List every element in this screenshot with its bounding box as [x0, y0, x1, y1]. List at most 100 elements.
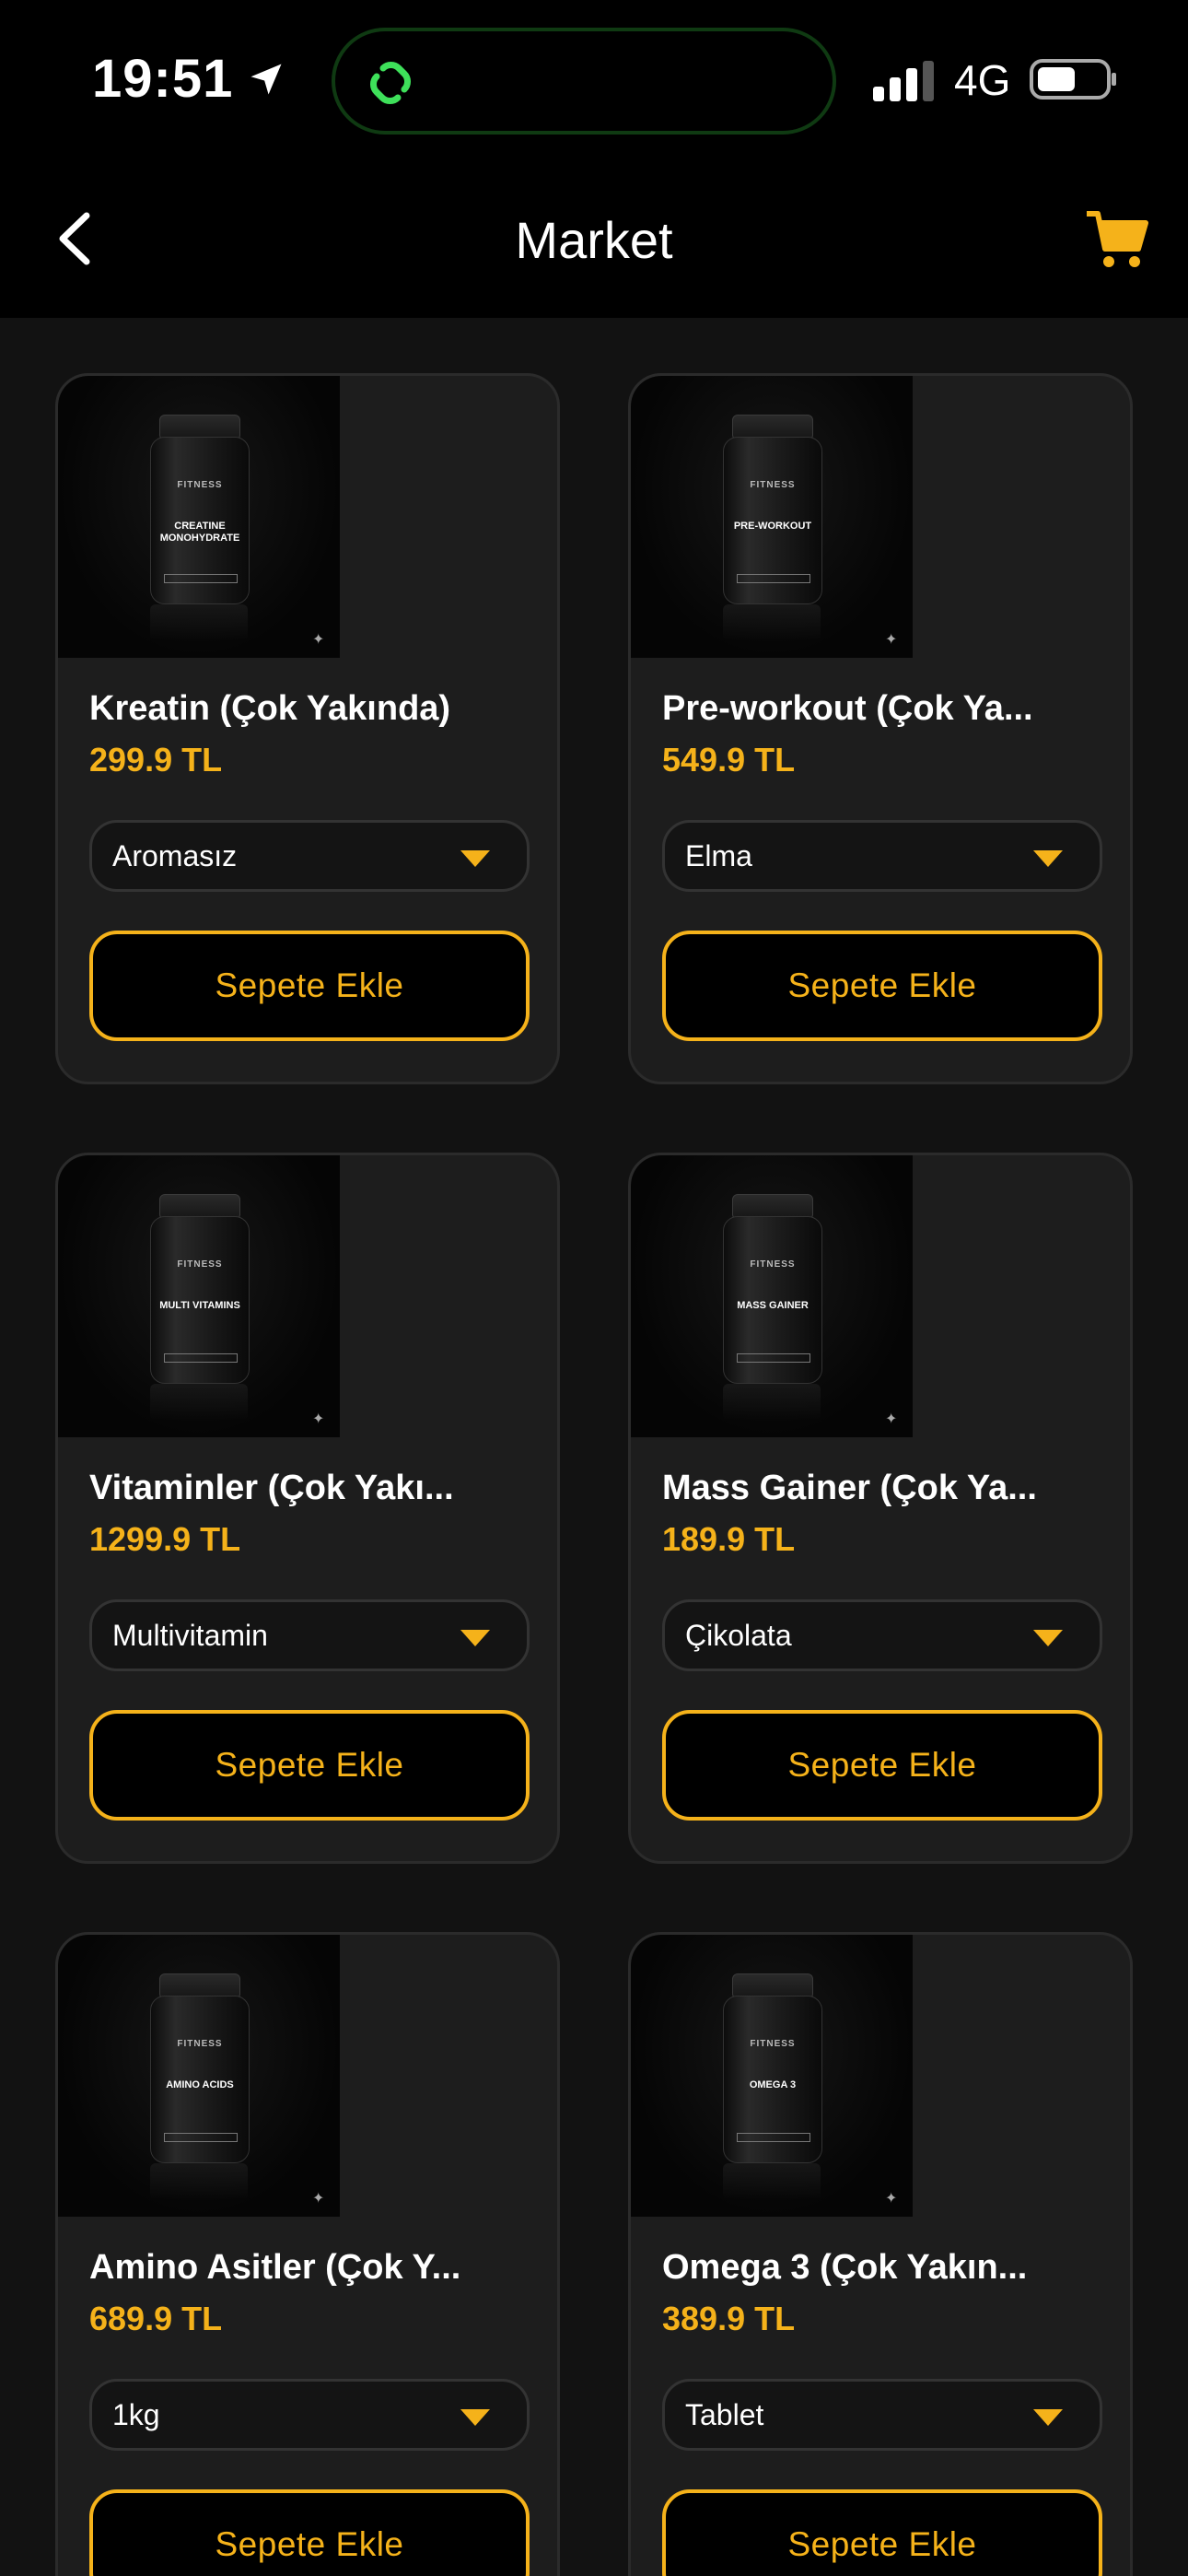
product-name: Pre-workout (Çok Ya... — [662, 689, 1033, 728]
jar-strip — [737, 2133, 810, 2142]
network-type: 4G — [954, 56, 1011, 104]
product-image: FITNESS MASS GAINER ✦ — [631, 1155, 913, 1437]
supplement-jar-image: FITNESS MASS GAINER — [723, 1194, 822, 1384]
supplement-jar-image: FITNESS PRE-WORKOUT — [723, 415, 822, 604]
product-image: FITNESS OMEGA 3 ✦ — [631, 1935, 913, 2217]
jar-strip — [164, 2133, 238, 2142]
jar-reflection — [723, 604, 821, 641]
caret-down-icon — [460, 2409, 490, 2426]
dynamic-island — [332, 28, 836, 135]
battery-icon — [1030, 59, 1116, 100]
sparkle-icon: ✦ — [885, 2191, 898, 2207]
status-time: 19:51 — [92, 49, 234, 109]
add-to-cart-button[interactable]: Sepete Ekle — [662, 931, 1102, 1041]
jar-brand: FITNESS — [750, 2039, 796, 2049]
variant-selected-value: 1kg — [112, 2398, 160, 2431]
variant-selected-value: Tablet — [685, 2398, 764, 2431]
cellular-signal-icon — [873, 61, 934, 101]
jar-body: FITNESS OMEGA 3 — [723, 1996, 822, 2163]
jar-reflection — [723, 1384, 821, 1421]
page-title: Market — [515, 211, 673, 269]
market-screen: 19:51 4G Market FITNESS CREATINE MONOHYD… — [0, 0, 1188, 2576]
sparkle-icon: ✦ — [312, 632, 325, 648]
product-card: FITNESS OMEGA 3 ✦ Omega 3 (Çok Yakın... … — [628, 1932, 1133, 2576]
variant-dropdown[interactable]: Aromasız — [89, 820, 530, 892]
jar-reflection — [150, 1384, 248, 1421]
status-bar: 19:51 4G — [0, 0, 1188, 157]
add-to-cart-button[interactable]: Sepete Ekle — [89, 2489, 530, 2576]
product-name: Kreatin (Çok Yakında) — [89, 689, 451, 728]
caret-down-icon — [460, 1630, 490, 1646]
jar-strip — [737, 1353, 810, 1363]
sparkle-icon: ✦ — [885, 1411, 898, 1427]
jar-brand: FITNESS — [177, 2039, 223, 2049]
add-to-cart-button[interactable]: Sepete Ekle — [662, 2489, 1102, 2576]
variant-selected-value: Aromasız — [112, 839, 238, 872]
caret-down-icon — [1033, 2409, 1063, 2426]
jar-body: FITNESS MASS GAINER — [723, 1216, 822, 1384]
jar-strip — [164, 1353, 238, 1363]
add-to-cart-button[interactable]: Sepete Ekle — [89, 1710, 530, 1821]
product-card: FITNESS PRE-WORKOUT ✦ Pre-workout (Çok Y… — [628, 373, 1133, 1084]
product-price: 1299.9 TL — [89, 1520, 241, 1558]
variant-selected-value: Elma — [685, 839, 752, 872]
jar-brand: FITNESS — [177, 1259, 223, 1270]
caret-down-icon — [460, 850, 490, 867]
jar-strip — [164, 574, 238, 583]
location-arrow-icon — [250, 64, 282, 94]
cart-icon[interactable] — [1085, 206, 1149, 271]
variant-dropdown[interactable]: Multivitamin — [89, 1599, 530, 1671]
jar-reflection — [150, 604, 248, 641]
product-name: Vitaminler (Çok Yakı... — [89, 1469, 454, 1507]
product-image: FITNESS PRE-WORKOUT ✦ — [631, 376, 913, 658]
variant-dropdown[interactable]: Elma — [662, 820, 1102, 892]
caret-down-icon — [1033, 1630, 1063, 1646]
variant-dropdown[interactable]: Çikolata — [662, 1599, 1102, 1671]
product-grid: FITNESS CREATINE MONOHYDRATE ✦ Kreatin (… — [55, 373, 1133, 2576]
jar-body: FITNESS PRE-WORKOUT — [723, 437, 822, 604]
supplement-jar-image: FITNESS CREATINE MONOHYDRATE — [150, 415, 250, 604]
add-to-cart-button[interactable]: Sepete Ekle — [662, 1710, 1102, 1821]
variant-dropdown[interactable]: Tablet — [662, 2379, 1102, 2451]
product-image: FITNESS CREATINE MONOHYDRATE ✦ — [58, 376, 340, 658]
jar-body: FITNESS CREATINE MONOHYDRATE — [150, 437, 250, 604]
product-price: 549.9 TL — [662, 741, 796, 779]
product-name: Omega 3 (Çok Yakın... — [662, 2248, 1028, 2287]
jar-reflection — [150, 2163, 248, 2200]
variant-selected-value: Çikolata — [685, 1619, 792, 1652]
product-card: FITNESS MULTI VITAMINS ✦ Vitaminler (Çok… — [55, 1153, 560, 1864]
product-price: 389.9 TL — [662, 2300, 796, 2337]
jar-strip — [737, 574, 810, 583]
jar-brand: FITNESS — [750, 480, 796, 490]
jar-reflection — [723, 2163, 821, 2200]
link-icon — [370, 62, 411, 104]
caret-down-icon — [1033, 850, 1063, 867]
top-area: 19:51 4G Market — [0, 0, 1188, 318]
variant-dropdown[interactable]: 1kg — [89, 2379, 530, 2451]
supplement-jar-image: FITNESS MULTI VITAMINS — [150, 1194, 250, 1384]
product-name: Amino Asitler (Çok Y... — [89, 2248, 461, 2287]
product-card: FITNESS CREATINE MONOHYDRATE ✦ Kreatin (… — [55, 373, 560, 1084]
supplement-jar-image: FITNESS OMEGA 3 — [723, 1973, 822, 2163]
sparkle-icon: ✦ — [312, 1411, 325, 1427]
jar-label: MASS GAINER — [737, 1300, 809, 1311]
jar-label: MULTI VITAMINS — [159, 1300, 240, 1311]
jar-label: CREATINE MONOHYDRATE — [159, 521, 240, 544]
product-card: FITNESS AMINO ACIDS ✦ Amino Asitler (Çok… — [55, 1932, 560, 2576]
sparkle-icon: ✦ — [312, 2191, 325, 2207]
product-image: FITNESS MULTI VITAMINS ✦ — [58, 1155, 340, 1437]
sparkle-icon: ✦ — [885, 632, 898, 648]
jar-brand: FITNESS — [177, 480, 223, 490]
supplement-jar-image: FITNESS AMINO ACIDS — [150, 1973, 250, 2163]
product-name: Mass Gainer (Çok Ya... — [662, 1469, 1037, 1507]
product-image: FITNESS AMINO ACIDS ✦ — [58, 1935, 340, 2217]
add-to-cart-button[interactable]: Sepete Ekle — [89, 931, 530, 1041]
jar-body: FITNESS AMINO ACIDS — [150, 1996, 250, 2163]
nav-bar: Market — [0, 157, 1188, 318]
status-time-group: 19:51 — [92, 48, 286, 110]
product-price: 189.9 TL — [662, 1520, 796, 1558]
jar-label: PRE-WORKOUT — [733, 521, 812, 532]
jar-body: FITNESS MULTI VITAMINS — [150, 1216, 250, 1384]
jar-brand: FITNESS — [750, 1259, 796, 1270]
product-price: 299.9 TL — [89, 741, 223, 779]
